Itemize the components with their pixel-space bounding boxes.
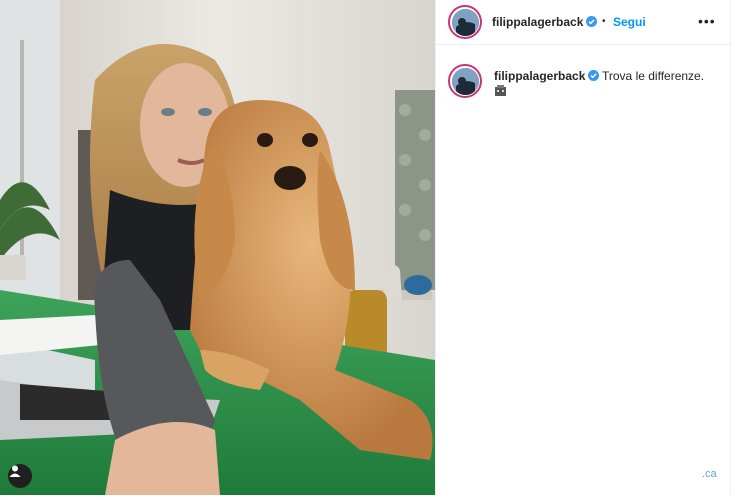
user-icon [9, 465, 21, 477]
more-options-icon[interactable]: ••• [698, 14, 716, 28]
verified-badge-icon [588, 70, 599, 81]
caption-text: Trova le differenze. [602, 69, 705, 83]
emoji-icon [495, 85, 506, 96]
user-tag-icon[interactable] [8, 464, 32, 488]
bottom-strip [0, 495, 740, 500]
post-sidebar: filippalagerback • Segui ••• filippalage… [435, 0, 732, 495]
profile-avatar-image [451, 67, 479, 95]
author-avatar[interactable] [448, 5, 482, 39]
author-username[interactable]: filippalagerback [492, 15, 583, 29]
post-photo[interactable] [0, 0, 435, 495]
photo-illustration [0, 0, 435, 495]
watermark-text: .ca [702, 468, 717, 480]
caption-avatar[interactable] [448, 64, 482, 98]
follow-button[interactable]: Segui [613, 15, 646, 29]
verified-badge-icon [586, 16, 597, 27]
profile-avatar-image [451, 8, 479, 36]
header-separator: • [602, 16, 606, 27]
caption-username[interactable]: filippalagerback [494, 69, 585, 83]
post-header: filippalagerback • Segui ••• [436, 0, 732, 45]
